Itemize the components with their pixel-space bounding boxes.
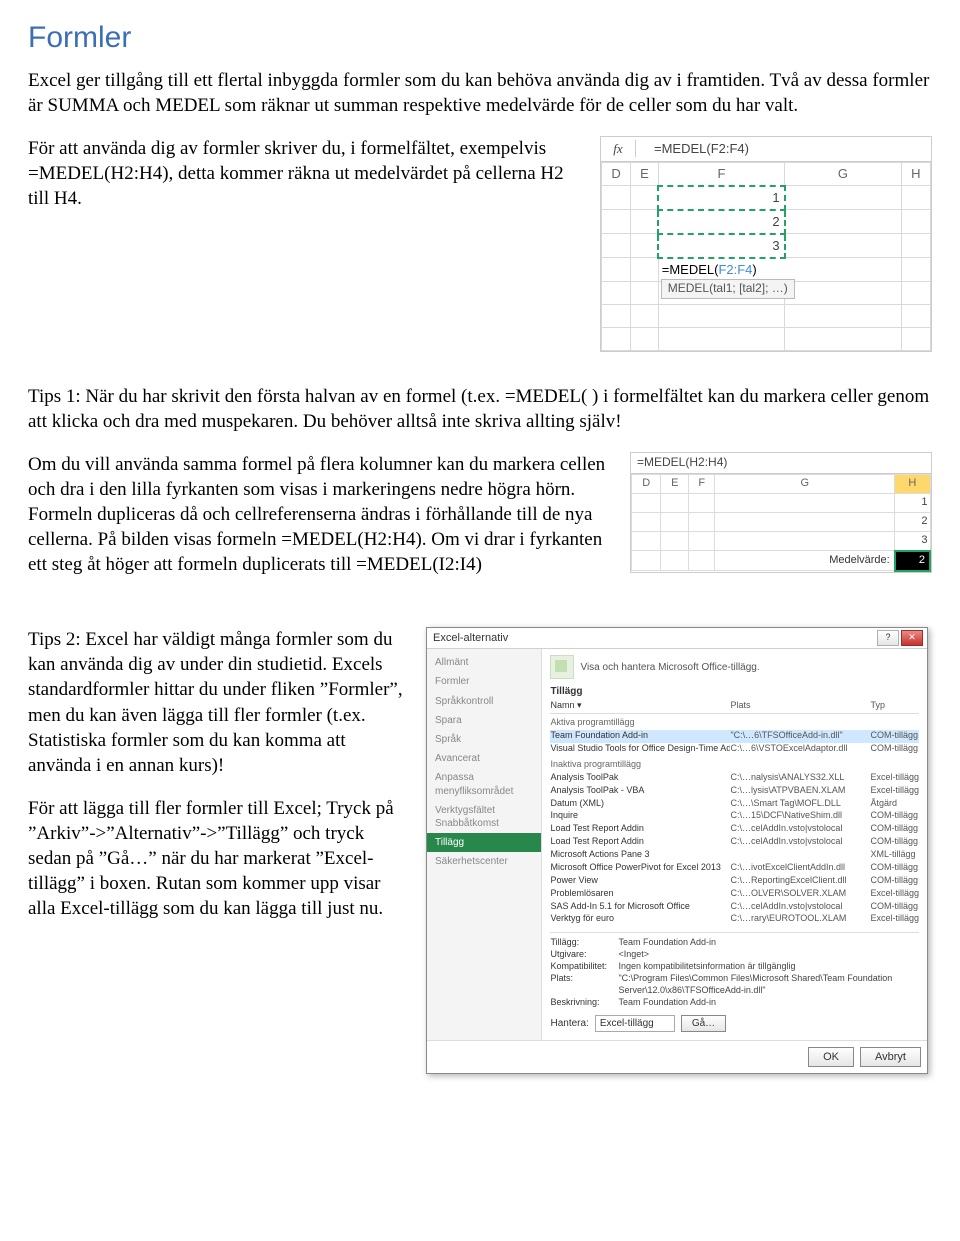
addin-row[interactable]: ProblemlösarenC:\…OLVER\SOLVER.XLAMExcel… bbox=[550, 888, 919, 901]
excel-options-dialog: Excel-alternativ ? ✕ AllmäntFormlerSpråk… bbox=[426, 627, 928, 1074]
dialog-nav-item[interactable]: Tillägg bbox=[427, 833, 541, 852]
page-title: Formler bbox=[28, 18, 932, 58]
dialog-nav-item[interactable]: Språk bbox=[427, 730, 541, 749]
dialog-nav-item[interactable]: Språkkontroll bbox=[427, 692, 541, 711]
grid: D E F G H 1 2 3 Medelvärde: 2 bbox=[631, 474, 931, 572]
col-header: G bbox=[715, 474, 895, 493]
excel-figure-fill-handle: =MEDEL(H2:H4) D E F G H 1 2 3 Medelvärde… bbox=[630, 452, 932, 573]
fx-icon: fx bbox=[601, 140, 636, 157]
row-label: Medelvärde: bbox=[715, 551, 895, 571]
addin-row[interactable]: Power ViewC:\…ReportingExcelClient.dllCO… bbox=[550, 875, 919, 888]
dialog-nav: AllmäntFormlerSpråkkontrollSparaSpråkAva… bbox=[427, 649, 542, 1040]
col-header: H bbox=[901, 162, 930, 186]
dialog-nav-item[interactable]: Spara bbox=[427, 711, 541, 730]
dialog-nav-item[interactable]: Anpassa menyfliksområdet bbox=[427, 768, 541, 800]
dialog-nav-item[interactable]: Säkerhetscenter bbox=[427, 852, 541, 871]
addin-meta: Tillägg:Team Foundation Add-in Utgivare:… bbox=[550, 932, 919, 1008]
grid: D E F G H 1 2 3 =MEDEL(F2:F4) MEDEL(tal1… bbox=[601, 162, 931, 351]
dialog-nav-item[interactable]: Avancerat bbox=[427, 749, 541, 768]
selected-cell: 1 bbox=[658, 186, 784, 210]
addin-row[interactable]: Datum (XML)C:\…\Smart Tag\MOFL.DLLÅtgärd bbox=[550, 798, 919, 811]
section-title: Tillägg bbox=[550, 685, 919, 698]
addin-row[interactable]: Load Test Report AddinC:\…celAddIn.vsto|… bbox=[550, 836, 919, 849]
intro-paragraph: Excel ger tillgång till ett flertal inby… bbox=[28, 68, 932, 118]
formula-bar-value: =MEDEL(H2:H4) bbox=[631, 453, 931, 474]
cell: 1 bbox=[895, 493, 930, 512]
selected-cell: 2 bbox=[658, 210, 784, 234]
addin-row[interactable]: Microsoft Actions Pane 3XML-tillägg bbox=[550, 849, 919, 862]
addin-row[interactable]: Analysis ToolPakC:\…nalysis\ANALYS32.XLL… bbox=[550, 772, 919, 785]
dialog-subtitle: Visa och hantera Microsoft Office-tilläg… bbox=[580, 661, 759, 674]
result-cell: 2 bbox=[895, 551, 930, 571]
list-header: Namn ▾ Plats Typ bbox=[550, 700, 919, 714]
col-header: F bbox=[689, 474, 715, 493]
help-icon[interactable]: ? bbox=[877, 630, 899, 646]
addin-row[interactable]: Team Foundation Add-in"C:\…6\TFSOfficeAd… bbox=[550, 730, 919, 743]
excel-figure-formula-edit: fx =MEDEL(F2:F4) D E F G H 1 2 3 =MEDEL(… bbox=[600, 136, 932, 352]
addin-row[interactable]: Load Test Report AddinC:\…celAddIn.vsto|… bbox=[550, 823, 919, 836]
selected-cell: 3 bbox=[658, 234, 784, 258]
formula-bar-value: =MEDEL(F2:F4) bbox=[636, 140, 749, 157]
go-button[interactable]: Gå… bbox=[681, 1015, 726, 1032]
col-header: G bbox=[785, 162, 902, 186]
addins-icon bbox=[550, 655, 574, 679]
addin-row[interactable]: Verktyg för euroC:\…rary\EUROTOOL.XLAMEx… bbox=[550, 913, 919, 926]
addin-row[interactable]: Analysis ToolPak - VBAC:\…lysis\ATPVBAEN… bbox=[550, 785, 919, 798]
addin-row[interactable]: Visual Studio Tools for Office Design-Ti… bbox=[550, 743, 919, 756]
dialog-nav-item[interactable]: Formler bbox=[427, 672, 541, 691]
close-icon[interactable]: ✕ bbox=[901, 630, 923, 646]
col-header: F bbox=[658, 162, 784, 186]
dialog-nav-item[interactable]: Verktygsfältet Snabbåtkomst bbox=[427, 801, 541, 833]
col-header: D bbox=[602, 162, 631, 186]
manage-label: Hantera: bbox=[550, 1017, 588, 1030]
cell: 2 bbox=[895, 512, 930, 531]
manage-select[interactable]: Excel-tillägg bbox=[595, 1015, 675, 1032]
group-active: Aktiva programtillägg bbox=[550, 717, 919, 729]
ok-button[interactable]: OK bbox=[808, 1047, 854, 1068]
paragraph-4: Om du vill använda samma formel på flera… bbox=[28, 452, 612, 577]
addin-row[interactable]: InquireC:\…15\DCF\NativeShim.dllCOM-till… bbox=[550, 810, 919, 823]
tip-2: Tips 2: Excel har väldigt många formler … bbox=[28, 627, 408, 777]
paragraph-2: För att använda dig av formler skriver d… bbox=[28, 136, 582, 211]
formula-tooltip: MEDEL(tal1; [tal2]; …) bbox=[661, 279, 795, 299]
cell: 3 bbox=[895, 531, 930, 551]
addin-row[interactable]: Microsoft Office PowerPivot for Excel 20… bbox=[550, 862, 919, 875]
dialog-nav-item[interactable]: Allmänt bbox=[427, 653, 541, 672]
col-header: E bbox=[631, 162, 659, 186]
group-inactive: Inaktiva programtillägg bbox=[550, 759, 919, 771]
cancel-button[interactable]: Avbryt bbox=[860, 1047, 921, 1068]
addin-row[interactable]: SAS Add-In 5.1 for Microsoft OfficeC:\…c… bbox=[550, 901, 919, 914]
col-header-active: H bbox=[895, 474, 930, 493]
col-header: D bbox=[632, 474, 661, 493]
tip-1: Tips 1: När du har skrivit den första ha… bbox=[28, 384, 932, 434]
col-header: E bbox=[661, 474, 689, 493]
active-cell: =MEDEL(F2:F4) MEDEL(tal1; [tal2]; …) bbox=[658, 258, 901, 282]
paragraph-6: För att lägga till fler formler till Exc… bbox=[28, 796, 408, 921]
dialog-title: Excel-alternativ bbox=[433, 631, 508, 646]
